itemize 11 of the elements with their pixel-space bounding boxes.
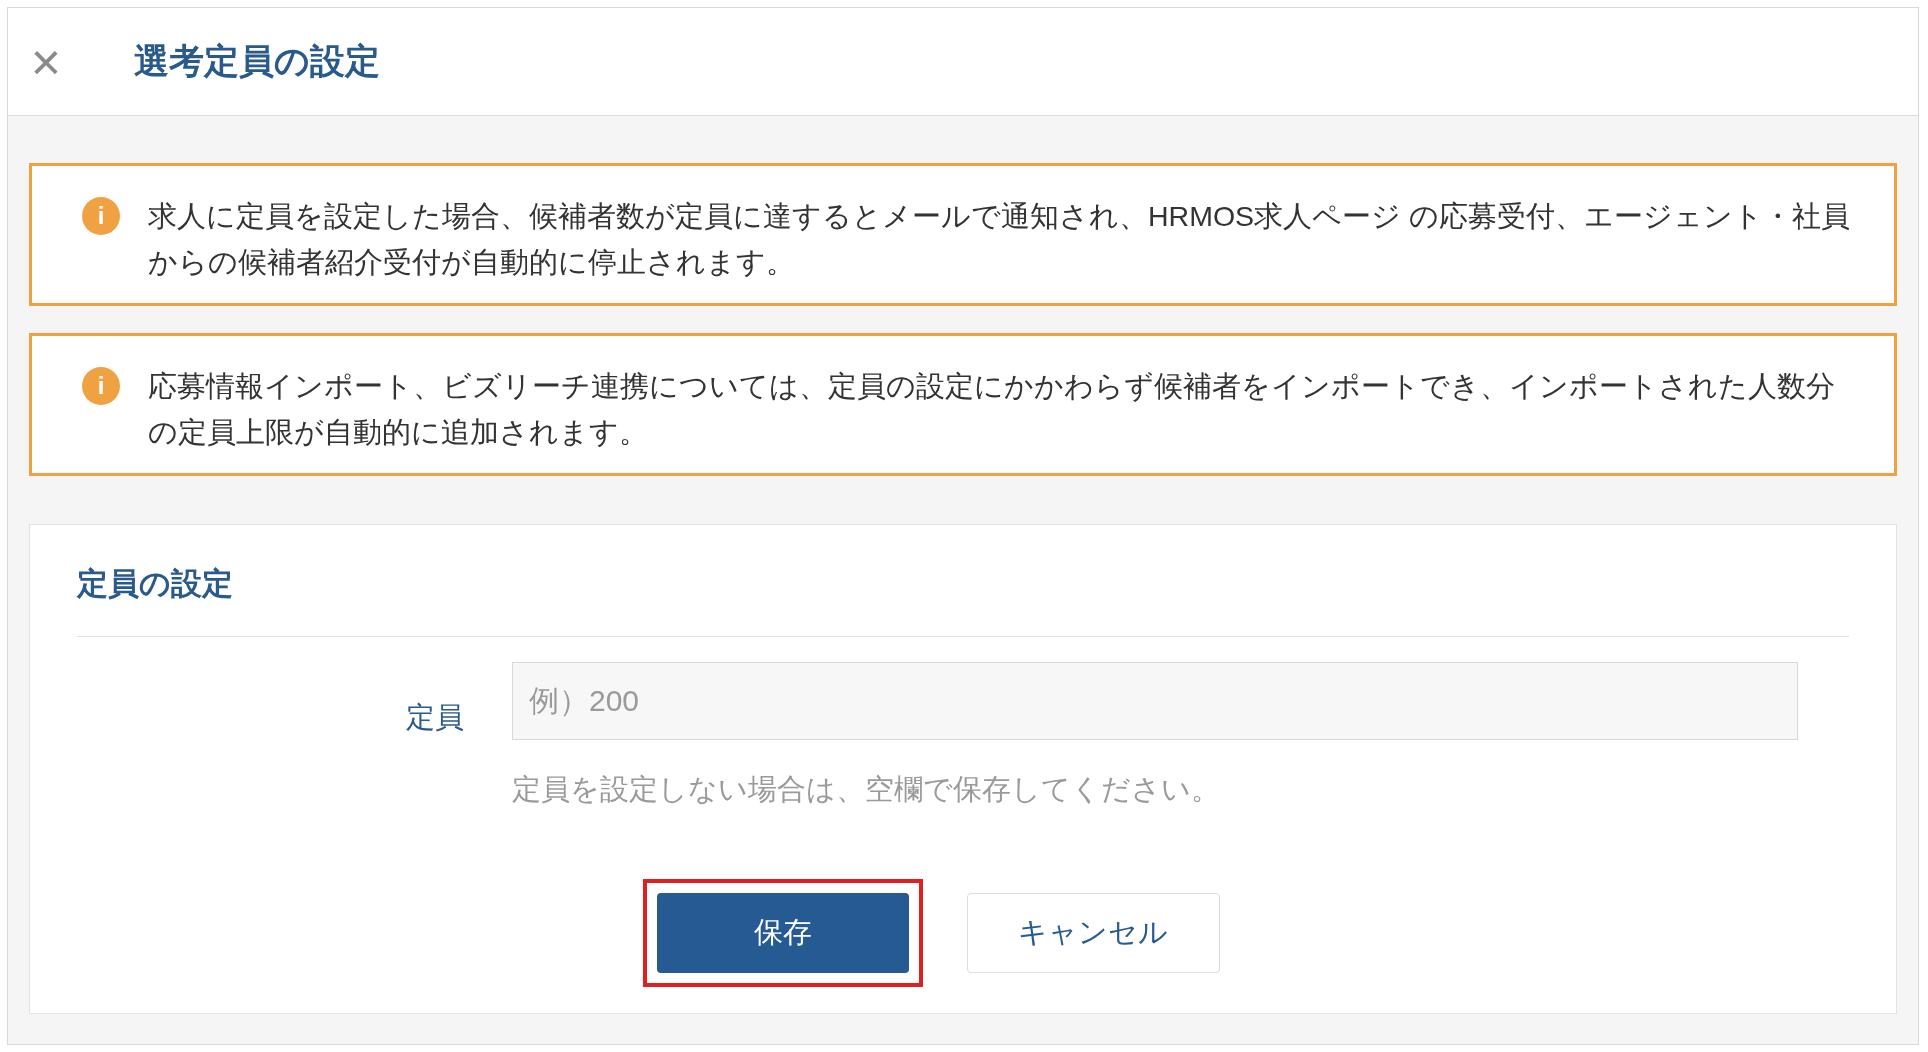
notice-text: 応募情報インポート、ビズリーチ連携については、定員の設定にかかわらず候補者をインポートでき、インポートされた人数分の定員上限が自動的に追加されます。: [148, 369, 1836, 450]
info-icon: i: [82, 367, 120, 405]
capacity-input[interactable]: 例）200: [512, 661, 1798, 740]
notice-text: 求人に定員を設定した場合、候補者数が定員に達するとメールで通知され、HRMOS求人ページ の応募受付、エージェント・社員からの候補者紹介受付が自動的に停止されます。: [148, 199, 1851, 280]
save-button[interactable]: 保存: [656, 893, 909, 973]
help-text: 定員を設定しない場合は、空欄で保存してください。: [512, 771, 1221, 807]
info-icon: i: [82, 197, 120, 235]
dialog-title: 選考定員の設定: [134, 40, 380, 83]
field-label: 定員: [405, 699, 465, 735]
section-title: 定員の設定: [77, 565, 234, 603]
cancel-button[interactable]: キャンセル: [966, 893, 1220, 973]
